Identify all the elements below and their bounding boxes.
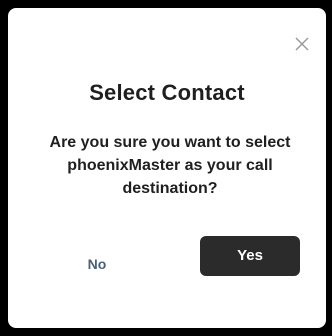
close-icon[interactable] (292, 34, 312, 54)
dialog-message: Are you sure you want to select phoenixM… (49, 134, 291, 197)
no-button[interactable]: No (62, 244, 132, 284)
yes-button[interactable]: Yes (200, 236, 300, 276)
select-contact-dialog: Select Contact Are you sure you want to … (8, 8, 326, 328)
dialog-title: Select Contact (89, 80, 245, 105)
